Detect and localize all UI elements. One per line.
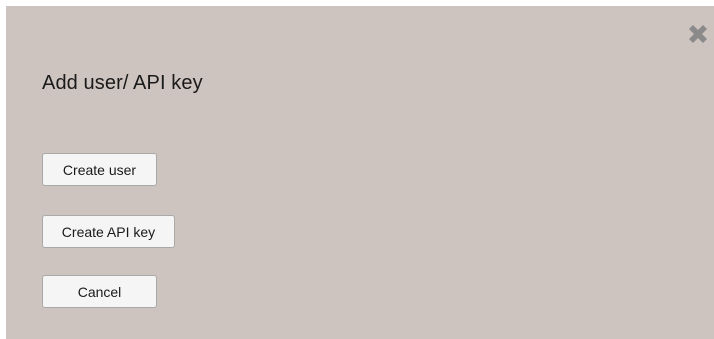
add-user-dialog: Add user/ API key Create user Create API… [6,6,714,339]
create-api-key-button[interactable]: Create API key [42,215,175,248]
close-icon[interactable] [684,20,712,48]
dialog-title: Add user/ API key [42,72,203,94]
cancel-button[interactable]: Cancel [42,275,157,308]
close-x-icon [689,25,707,43]
create-user-button[interactable]: Create user [42,153,157,186]
